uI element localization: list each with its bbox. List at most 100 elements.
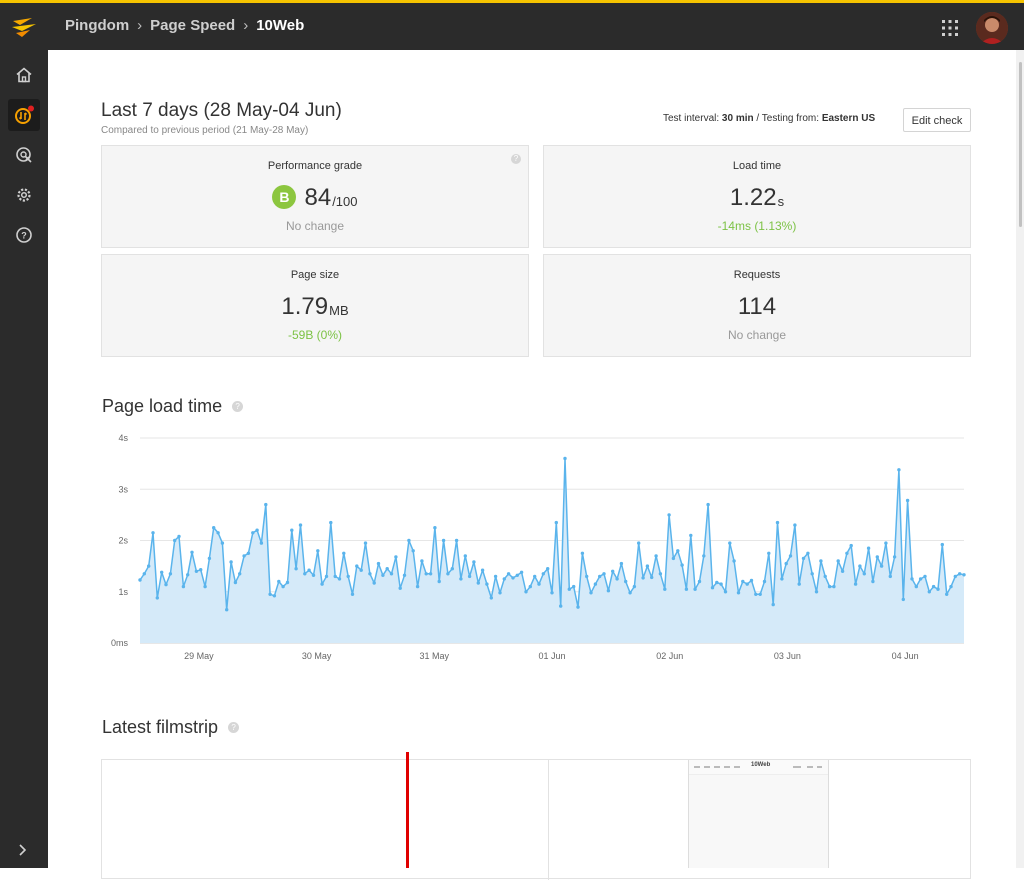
edit-check-button[interactable]: Edit check [903, 108, 971, 132]
page-size-card: Page size 1.79 MB -59B (0%) [101, 254, 529, 357]
performance-grade-card: Performance grade ? B 84 /100 No change [101, 145, 529, 248]
data-point [784, 561, 788, 566]
grade-unit: /100 [332, 194, 358, 209]
data-point [836, 559, 840, 563]
latest-filmstrip-title: Latest filmstrip ? [102, 717, 240, 738]
requests-value: 114 [737, 293, 777, 320]
help-icon[interactable]: ? [232, 401, 244, 412]
data-point [736, 591, 741, 595]
data-point [710, 586, 715, 590]
frame-nav-link [724, 766, 730, 768]
sidebar-item-rum[interactable] [8, 139, 40, 171]
data-point [667, 513, 671, 517]
solarwinds-logo-icon[interactable] [10, 13, 38, 41]
data-point [142, 572, 146, 576]
data-point [207, 556, 212, 561]
sidebar-item-pagespeed[interactable] [8, 99, 40, 131]
help-icon[interactable]: ? [228, 722, 240, 733]
data-point [424, 572, 428, 576]
breadcrumb-pingdom[interactable]: Pingdom [65, 17, 129, 34]
data-point [290, 528, 294, 532]
y-tick-label: 2s [118, 536, 128, 546]
data-point [259, 541, 264, 545]
data-point [749, 578, 754, 583]
data-point [160, 570, 164, 574]
series-area [140, 458, 964, 643]
data-point [394, 555, 398, 559]
avatar[interactable] [976, 12, 1008, 44]
x-tick-label: 31 May [420, 651, 450, 661]
data-point [650, 575, 654, 580]
data-point [706, 502, 710, 507]
frame-nav-link [704, 766, 710, 768]
scrollbar-thumb[interactable] [1019, 62, 1022, 227]
frame-nav-link [694, 766, 700, 768]
data-point [823, 574, 827, 579]
card-label: Page size [290, 269, 340, 281]
data-point [697, 579, 702, 584]
sidebar-item-help[interactable]: ? [8, 219, 40, 251]
data-point [498, 591, 502, 595]
data-point [229, 560, 233, 564]
data-point [641, 576, 645, 580]
help-icon[interactable]: ? [511, 154, 521, 164]
frame-nav: 10Web [689, 760, 828, 775]
x-tick-label: 04 Jun [892, 651, 919, 661]
x-tick-label: 30 May [302, 651, 332, 661]
data-point [307, 568, 311, 572]
data-point [654, 554, 658, 558]
section-title-text: Page load time [102, 396, 223, 416]
filmstrip-time-marker[interactable] [406, 752, 409, 868]
page-size-unit: MB [329, 303, 349, 318]
data-point [658, 572, 663, 576]
data-point [723, 590, 728, 594]
card-change: No change [727, 328, 787, 342]
filmstrip-frame[interactable]: 10Web [688, 760, 829, 868]
data-point [329, 520, 333, 525]
data-point [962, 573, 966, 577]
data-point [771, 602, 775, 607]
data-point [459, 577, 463, 581]
data-point [866, 546, 871, 550]
apps-grid-icon[interactable] [940, 18, 960, 38]
data-point [585, 574, 589, 579]
data-point [572, 584, 576, 589]
filmstrip[interactable] [101, 759, 971, 880]
data-point [363, 541, 368, 545]
section-title-text: Latest filmstrip [102, 717, 219, 737]
data-point [333, 574, 337, 579]
x-tick-label: 01 Jun [538, 651, 565, 661]
data-point [212, 526, 216, 530]
data-point [875, 555, 879, 559]
breadcrumb-separator: › [137, 17, 143, 34]
data-point [563, 456, 567, 461]
sidebar-item-settings[interactable] [8, 179, 40, 211]
home-icon [16, 67, 32, 83]
data-point [528, 584, 532, 589]
data-point [480, 568, 485, 572]
data-point [767, 551, 771, 555]
data-point [368, 572, 372, 576]
y-tick-label: 0ms [111, 638, 129, 648]
period-subtitle: Compared to previous period (21 May-28 M… [101, 125, 309, 136]
testing-from-value: Eastern US [821, 113, 876, 124]
data-point [285, 580, 290, 585]
y-tick-label: 1s [118, 587, 128, 597]
card-value: 1.22 s [544, 184, 970, 212]
data-point [567, 587, 571, 591]
data-point [905, 498, 910, 503]
data-point [381, 573, 385, 577]
data-point [945, 592, 949, 596]
sidebar-item-home[interactable] [8, 59, 40, 91]
data-point [853, 582, 858, 586]
data-point [446, 572, 450, 576]
chevron-right-icon[interactable] [14, 842, 32, 858]
data-point [350, 592, 355, 596]
data-point [559, 604, 563, 608]
breadcrumb-page-speed[interactable]: Page Speed [150, 17, 235, 34]
data-point [511, 576, 515, 580]
frame-brand: 10Web [751, 762, 771, 768]
page-load-time-chart[interactable]: 0ms 1s 2s 3s 4s 29 May 30 May 31 May 01 Jun 02 Ju… [100, 428, 980, 668]
data-point [524, 590, 528, 594]
card-value: B 84 /100 [102, 184, 528, 212]
